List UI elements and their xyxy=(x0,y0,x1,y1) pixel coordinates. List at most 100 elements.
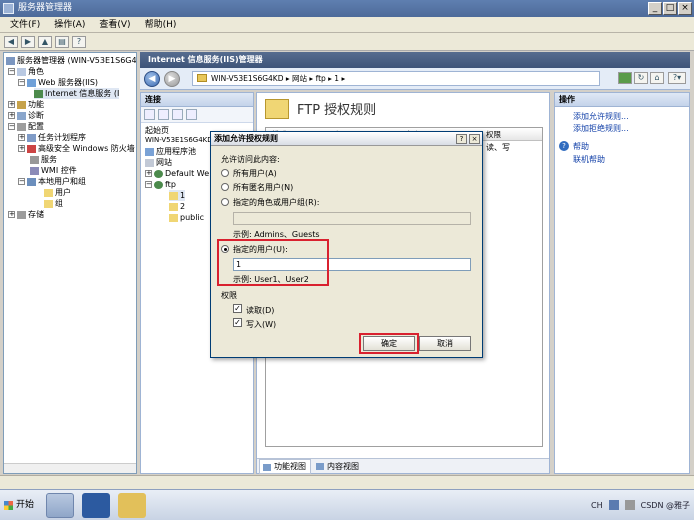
actions-pane: 操作 添加允许规则... 添加拒绝规则... ? 帮助 联机帮助 xyxy=(554,92,690,474)
tree-item-iis-manager[interactable]: Internet 信息服务 (I xyxy=(34,88,120,99)
powershell-icon[interactable] xyxy=(82,493,110,518)
collapse-icon[interactable]: − xyxy=(145,181,152,188)
menu-view[interactable]: 查看(V) xyxy=(99,17,130,32)
tree-item-roles[interactable]: − 角色 xyxy=(8,66,44,77)
tree-item-users[interactable]: 用户 xyxy=(44,187,71,198)
home-icon[interactable]: ⌂ xyxy=(650,72,664,84)
collapse-icon[interactable]: − xyxy=(18,79,25,86)
expand-icon[interactable]: + xyxy=(18,145,25,152)
menu-file[interactable]: 文件(F) xyxy=(10,17,40,32)
server-manager-taskbar-icon[interactable] xyxy=(46,493,74,518)
radio-roles-groups[interactable] xyxy=(221,198,229,206)
expand-icon[interactable]: + xyxy=(145,170,152,177)
conn-folder-public[interactable]: public xyxy=(169,212,204,223)
connections-toolbar xyxy=(141,107,253,123)
navigation-tree: 服务器管理器 (WIN-V53E1S6G4K − 角色 − Web 服务器(IIS)… xyxy=(3,52,137,474)
roles-groups-label: 指定的角色或用户组(R): xyxy=(233,198,320,207)
window-title-bar: 服务器管理器 _ □ × xyxy=(0,0,694,17)
tree-horizontal-scrollbar[interactable] xyxy=(4,463,136,473)
expand-icon[interactable]: + xyxy=(18,134,25,141)
tree-item-storage[interactable]: + 存储 xyxy=(8,209,44,220)
configuration-icon xyxy=(17,122,26,131)
volume-icon[interactable] xyxy=(624,500,635,510)
tree-item-services[interactable]: 服务 xyxy=(30,154,57,165)
collapse-icon[interactable]: − xyxy=(18,178,25,185)
conn-folder-2[interactable]: 2 xyxy=(169,201,185,212)
connect-to-server-icon[interactable] xyxy=(144,109,155,120)
tree-item-server-manager[interactable]: 服务器管理器 (WIN-V53E1S6G4K xyxy=(6,55,136,66)
features-icon xyxy=(17,100,26,109)
tree-item-features[interactable]: + 功能 xyxy=(8,99,44,110)
help-link[interactable]: 帮助 xyxy=(573,141,589,152)
dialog-close-button[interactable]: × xyxy=(469,134,480,144)
write-checkbox[interactable]: ✓ xyxy=(233,318,242,327)
tree-item-configuration[interactable]: − 配置 xyxy=(8,121,44,132)
conn-folder-1[interactable]: 1 xyxy=(169,190,186,201)
help-dropdown-icon[interactable]: ?▾ xyxy=(668,72,686,84)
window-title: 服务器管理器 xyxy=(18,3,73,13)
folder-icon xyxy=(265,99,289,119)
add-allow-rule-link[interactable]: 添加允许规则... xyxy=(573,111,629,122)
expand-icon[interactable]: + xyxy=(8,101,15,108)
breadcrumb[interactable]: WIN-V53E1S6G4KD ▸ 网站 ▸ ftp ▸ 1 ▸ xyxy=(192,71,600,86)
up-folder-icon[interactable]: ▲ xyxy=(38,35,52,48)
online-help-link[interactable]: 联机帮助 xyxy=(573,154,605,165)
maximize-button[interactable]: □ xyxy=(663,2,677,15)
close-button[interactable]: × xyxy=(678,2,692,15)
menu-action[interactable]: 操作(A) xyxy=(54,17,85,32)
conn-ftp-site[interactable]: − ftp xyxy=(145,179,176,190)
all-users-label: 所有用户(A) xyxy=(233,169,277,178)
tree-item-diagnostics[interactable]: + 诊断 xyxy=(8,110,44,121)
grid-cell-permission[interactable]: 读、写 xyxy=(486,142,510,153)
up-icon[interactable] xyxy=(172,109,183,120)
back-button[interactable]: ◀ xyxy=(144,71,160,87)
storage-icon xyxy=(17,210,26,219)
dialog-help-button[interactable]: ? xyxy=(456,134,467,144)
tree-item-firewall[interactable]: + 高级安全 Windows 防火墙 xyxy=(18,143,135,154)
column-permissions[interactable]: 权限 xyxy=(486,128,501,141)
input-language[interactable]: CH xyxy=(591,501,603,510)
show-hide-tree-icon[interactable]: ▤ xyxy=(55,35,69,48)
save-icon[interactable] xyxy=(158,109,169,120)
expand-icon[interactable]: + xyxy=(8,112,15,119)
start-button[interactable]: 开始 xyxy=(2,497,38,514)
explorer-icon[interactable] xyxy=(118,493,146,518)
read-checkbox[interactable]: ✓ xyxy=(233,304,242,313)
minimize-button[interactable]: _ xyxy=(648,2,662,15)
radio-all-users[interactable] xyxy=(221,169,229,177)
collapse-icon[interactable]: − xyxy=(8,123,15,130)
tab-content-view[interactable]: 内容视图 xyxy=(313,459,363,474)
tree-item-local-users[interactable]: − 本地用户和组 xyxy=(18,176,86,187)
tree-item-groups[interactable]: 组 xyxy=(44,198,63,209)
tree-item-task-scheduler[interactable]: + 任务计划程序 xyxy=(18,132,86,143)
conn-sites[interactable]: 网站 xyxy=(145,157,172,168)
connect-icon[interactable] xyxy=(618,72,632,84)
collapse-icon[interactable]: − xyxy=(8,68,15,75)
forward-button[interactable]: ▶ xyxy=(164,71,180,87)
add-deny-rule-link[interactable]: 添加拒绝规则... xyxy=(573,123,629,134)
menu-bar: 文件(F) 操作(A) 查看(V) 帮助(H) xyxy=(0,17,694,33)
conn-server[interactable]: WIN-V53E1S6G4KD xyxy=(145,135,213,146)
tree-item-wmi[interactable]: WMI 控件 xyxy=(30,165,77,176)
help-icon[interactable]: ? xyxy=(72,35,86,48)
roles-input[interactable] xyxy=(233,212,471,225)
tab-features-view[interactable]: 功能视图 xyxy=(259,459,311,474)
web-server-icon xyxy=(27,78,36,87)
refresh-icon[interactable]: ↻ xyxy=(634,72,648,84)
tree-item-web-server[interactable]: − Web 服务器(IIS) xyxy=(18,77,98,88)
menu-help[interactable]: 帮助(H) xyxy=(145,17,177,32)
disconnect-icon[interactable] xyxy=(186,109,197,120)
conn-app-pools[interactable]: 应用程序池 xyxy=(145,146,196,157)
expand-icon[interactable]: + xyxy=(8,211,15,218)
radio-anonymous[interactable] xyxy=(221,183,229,191)
cancel-button[interactable]: 取消 xyxy=(419,336,471,351)
page-title: FTP 授权规则 xyxy=(297,103,377,118)
conn-default-web-site[interactable]: + Default We xyxy=(145,168,209,179)
windows-logo-icon xyxy=(4,501,13,510)
toolbar: ◀ ▶ ▲ ▤ ? xyxy=(0,33,694,51)
forward-arrow-icon[interactable]: ▶ xyxy=(21,35,35,48)
folder-icon xyxy=(44,199,53,208)
back-arrow-icon[interactable]: ◀ xyxy=(4,35,18,48)
network-icon[interactable] xyxy=(608,500,619,510)
highlight-users-box xyxy=(217,239,329,286)
